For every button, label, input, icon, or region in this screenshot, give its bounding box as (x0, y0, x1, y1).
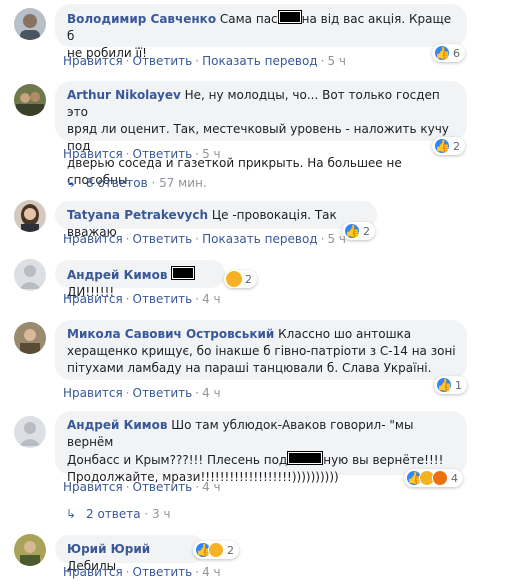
reaction-badge[interactable]: 2 (432, 137, 465, 155)
reaction-badge[interactable]: 1 (434, 376, 467, 394)
reply-link[interactable]: Ответить (133, 147, 193, 161)
reaction-count: 4 (451, 471, 458, 485)
reaction-count: 6 (453, 46, 460, 60)
avatar[interactable] (14, 84, 46, 116)
reply-link[interactable]: Ответить (133, 386, 193, 400)
avatar[interactable] (14, 259, 46, 291)
comment-author[interactable]: Юрий Юрий (67, 542, 150, 556)
like-link[interactable]: Нравится (63, 147, 123, 161)
angry-icon (432, 470, 448, 486)
comment-actions: Нравится · Ответить · Показать перевод · 5 ч (63, 54, 346, 68)
reaction-badge[interactable]: 6 (432, 44, 465, 62)
avatar[interactable] (14, 8, 46, 40)
translate-link[interactable]: Показать перевод (202, 232, 318, 246)
redaction-box (287, 451, 324, 465)
reaction-count: 2 (363, 224, 370, 238)
comment-author[interactable]: Arthur Nikolayev (67, 88, 181, 102)
comment-bubble: Андрей Кимов ДИ!!!!!! (55, 260, 225, 299)
comment-time[interactable]: 5 ч (327, 54, 346, 68)
comment-actions: Нравится · Ответить · 4 ч (63, 565, 221, 579)
comment-actions: Нравится · Ответить · 4 ч (63, 480, 221, 494)
reply-link[interactable]: Ответить (133, 232, 193, 246)
like-link[interactable]: Нравится (63, 480, 123, 494)
comment-text: херащенко крищує, бо інакше б гівно-патр… (67, 344, 456, 358)
view-replies-link[interactable]: ↳ 8 ответов · 57 мин. (66, 176, 207, 190)
comment-author[interactable]: Володимир Савченко (67, 12, 216, 26)
comment-text: Сама пас (219, 12, 278, 26)
comment-time[interactable]: 4 ч (202, 292, 221, 306)
reply-link[interactable]: Ответить (133, 292, 193, 306)
reply-link[interactable]: Ответить (133, 565, 193, 579)
reply-link[interactable]: Ответить (133, 54, 193, 68)
comment-time[interactable]: 4 ч (202, 386, 221, 400)
reply-arrow-icon: ↳ (66, 176, 77, 190)
haha-icon (226, 271, 242, 287)
reaction-count: 2 (227, 543, 234, 557)
avatar[interactable] (14, 322, 46, 354)
like-link[interactable]: Нравится (63, 54, 123, 68)
comment-bubble: Андрей Кимов Шо там ублюдок-Аваков говор… (55, 411, 467, 484)
avatar[interactable] (14, 534, 46, 566)
reaction-count: 1 (455, 378, 462, 392)
comment-time[interactable]: 4 ч (202, 480, 221, 494)
like-icon (434, 138, 450, 154)
like-link[interactable]: Нравится (63, 565, 123, 579)
comment-bubble: Микола Савович Островський Классно шо ан… (55, 320, 467, 380)
reply-link[interactable]: Ответить (133, 480, 193, 494)
comment-actions: Нравится · Ответить · 4 ч (63, 292, 221, 306)
comment-bubble: Tatyana Petrakevych Це -провокація. Так … (55, 201, 377, 239)
haha-icon (208, 542, 224, 558)
comment-text: пітухами ламбаду на параші танцювали б. … (67, 361, 432, 375)
comment-text: Донбасс и Крым???!!! Плесень под (67, 453, 288, 467)
comments-thread: Володимир Савченко Сама пас на від вас ак… (0, 0, 505, 584)
comment-author[interactable]: Андрей Кимов (67, 418, 167, 432)
comment-actions: Нравится · Ответить · Показать перевод · 5 ч (63, 232, 346, 246)
comment-time[interactable]: 5 ч (327, 232, 346, 246)
reaction-count: 2 (245, 272, 252, 286)
avatar[interactable] (14, 200, 46, 232)
reaction-badge[interactable]: 2 (342, 222, 375, 240)
like-link[interactable]: Нравится (63, 232, 123, 246)
comment-author[interactable]: Микола Савович Островський (67, 327, 274, 341)
reply-arrow-icon: ↳ (66, 507, 77, 521)
like-link[interactable]: Нравится (63, 386, 123, 400)
comment-text: ную вы вернёте!!!! (323, 453, 444, 467)
reaction-count: 2 (453, 139, 460, 153)
reaction-badge[interactable]: 4 (404, 469, 463, 487)
comment-bubble: Юрий Юрий Дебилы (55, 535, 205, 573)
comment-bubble: Володимир Савченко Сама пас на від вас ак… (55, 4, 467, 60)
view-replies-link[interactable]: ↳ 2 ответа · 3 ч (66, 507, 171, 521)
comment-time[interactable]: 5 ч (202, 147, 221, 161)
comment-time[interactable]: 4 ч (202, 565, 221, 579)
comment-author[interactable]: Андрей Кимов (67, 268, 167, 282)
avatar[interactable] (14, 416, 46, 448)
translate-link[interactable]: Показать перевод (202, 54, 318, 68)
replies-time: 57 мин. (159, 176, 207, 190)
redaction-box (171, 266, 196, 280)
comment-actions: Нравится · Ответить · 5 ч (63, 147, 221, 161)
reaction-badge[interactable]: 2 (193, 541, 239, 559)
comment-actions: Нравится · Ответить · 4 ч (63, 386, 221, 400)
replies-time: 3 ч (152, 507, 171, 521)
comment-bubble: Arthur Nikolayev Не, ну молодцы, чо... В… (55, 81, 467, 187)
comment-text: Классно шо антошка (278, 327, 412, 341)
redaction-box (277, 10, 302, 24)
like-icon (436, 377, 452, 393)
like-icon (344, 223, 360, 239)
comment-author[interactable]: Tatyana Petrakevych (67, 208, 208, 222)
like-link[interactable]: Нравится (63, 292, 123, 306)
like-icon (434, 45, 450, 61)
reaction-badge[interactable]: 2 (224, 270, 257, 288)
